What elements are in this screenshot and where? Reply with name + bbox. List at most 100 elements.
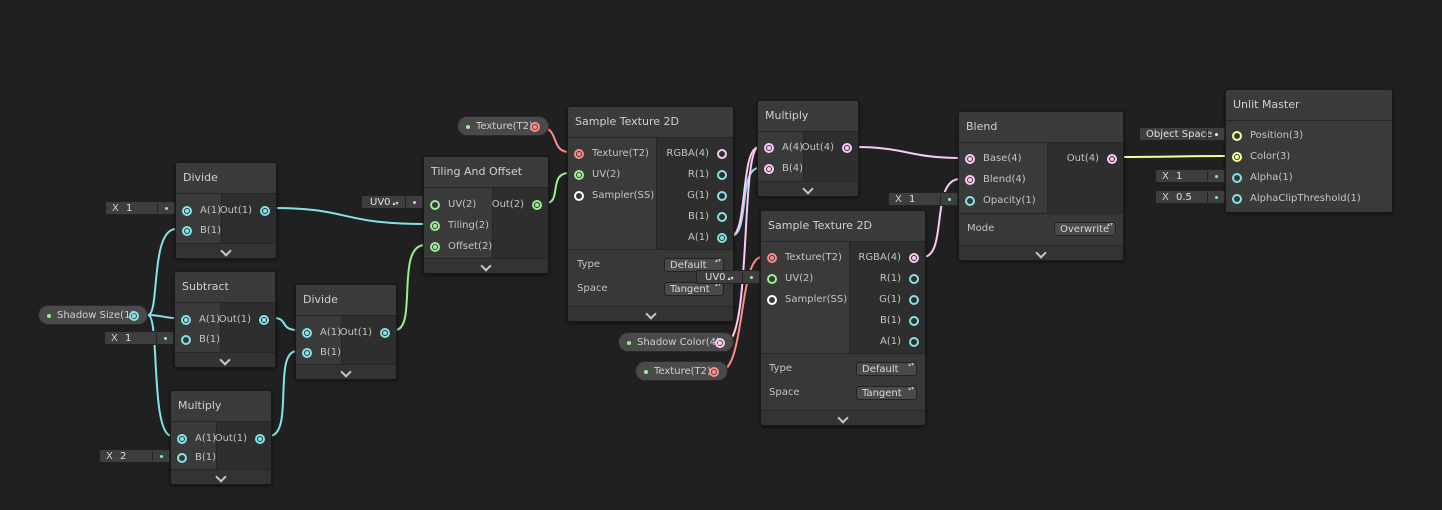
port-icon[interactable] [767,274,777,284]
output-port-rgba[interactable]: RGBA(4) [666,147,733,161]
collapse-toggle[interactable] [568,306,733,321]
default-value[interactable]: 2 [120,450,126,464]
divide-a-b-default-field[interactable]: X 1 [105,201,175,215]
port-icon[interactable] [715,338,725,348]
tiling-and-offset-node[interactable]: Tiling And Offset UV(2) Tiling(2) Offset… [423,156,549,274]
port-icon[interactable] [181,335,191,345]
input-port-alpha-clip[interactable]: AlphaClipThreshold(1) [1226,192,1390,206]
collapse-toggle[interactable] [959,245,1123,260]
port-icon[interactable] [764,164,774,174]
space-value[interactable]: Object Space [1146,128,1212,142]
output-port-a[interactable]: A(1) [688,231,733,245]
collapse-toggle[interactable] [296,364,396,379]
sample-texture-2d-node-a[interactable]: Sample Texture 2D Texture(T2) UV(2) Samp… [567,106,734,322]
tiling-uv-channel-dropdown[interactable]: UV0 [361,195,423,209]
output-port-out[interactable]: Out(4) [1067,152,1123,166]
port-icon[interactable] [1232,194,1242,204]
default-value[interactable]: 1 [126,202,132,216]
output-port-out[interactable]: Out(1) [220,204,276,218]
sample-texture-2d-node-b[interactable]: Sample Texture 2D Texture(T2) UV(2) Samp… [760,210,926,426]
output-port-out[interactable]: Out(2) [492,198,548,212]
port-icon[interactable] [181,315,191,325]
port-icon[interactable] [259,315,269,325]
port-icon[interactable] [909,274,919,284]
master-alpha-clip-default-field[interactable]: X 0.5 [1155,190,1225,204]
output-port-out[interactable]: Out(1) [215,432,271,446]
collapse-toggle[interactable] [176,243,276,258]
output-port-a[interactable]: A(1) [880,335,925,349]
collapse-toggle[interactable] [424,258,548,273]
uv-channel-value[interactable]: UV0 [705,271,733,286]
port-icon[interactable] [380,328,390,338]
port-icon[interactable] [909,295,919,305]
master-alpha-default-field[interactable]: X 1 [1155,169,1225,183]
port-icon[interactable] [1107,154,1117,164]
port-icon[interactable] [430,242,440,252]
port-icon[interactable] [574,170,584,180]
blend-opacity-default-field[interactable]: X 1 [888,192,958,206]
output-port-out[interactable]: Out(4) [802,141,858,155]
default-value[interactable]: 1 [125,332,131,346]
port-icon[interactable] [717,233,727,243]
port-icon[interactable] [909,316,919,326]
collapse-toggle[interactable] [175,352,275,367]
port-icon[interactable] [177,453,187,463]
port-icon[interactable] [574,191,584,201]
collapse-toggle[interactable] [758,181,858,196]
output-port-r[interactable]: R(1) [688,168,733,182]
default-value[interactable]: 1 [909,193,915,207]
port-icon[interactable] [909,337,919,347]
port-icon[interactable] [574,149,584,159]
port-icon[interactable] [767,253,777,263]
output-port-g[interactable]: G(1) [879,293,925,307]
port-icon[interactable] [532,200,542,210]
mode-dropdown[interactable]: Overwrite [1054,222,1116,236]
blend-node[interactable]: Blend Base(4) Blend(4) Opacity(1) Out(4)… [958,111,1124,261]
shadow-size-property-node[interactable]: Shadow Size(1) [38,305,148,325]
output-port-out[interactable]: Out(1) [340,326,396,340]
input-port-position[interactable]: Position(3) [1226,129,1390,143]
texture-property-node-top[interactable]: Texture(T2) [457,116,549,136]
shader-graph-canvas[interactable]: Divide A(1) B(1) Out(1) Subtract A(1) B(… [0,0,1442,510]
port-icon[interactable] [1232,131,1242,141]
space-dropdown[interactable]: Tangent [856,386,917,400]
multiply-node-a[interactable]: Multiply A(1) B(1) Out(1) [170,390,272,485]
port-icon[interactable] [302,328,312,338]
type-dropdown[interactable]: Default [856,362,917,376]
port-icon[interactable] [177,434,187,444]
port-icon[interactable] [709,367,719,377]
port-icon[interactable] [430,221,440,231]
port-icon[interactable] [717,149,727,159]
port-icon[interactable] [182,226,192,236]
subtract-node[interactable]: Subtract A(1) B(1) Out(1) [174,271,276,368]
output-port-out[interactable]: Out(1) [219,313,275,327]
divide-node-a[interactable]: Divide A(1) B(1) Out(1) [175,162,277,259]
port-icon[interactable] [764,143,774,153]
port-icon[interactable] [260,206,270,216]
output-port-g[interactable]: G(1) [687,189,733,203]
port-icon[interactable] [717,191,727,201]
sample-b-uv-channel-dropdown[interactable]: UV0 [696,270,760,284]
unlit-master-node[interactable]: Unlit Master Position(3) Color(3) Alpha(… [1225,89,1393,213]
port-icon[interactable] [717,212,727,222]
port-icon[interactable] [767,295,777,305]
divide-node-b[interactable]: Divide A(1) B(1) Out(1) [295,284,397,380]
port-icon[interactable] [965,154,975,164]
subtract-b-default-field[interactable]: X 1 [104,331,174,345]
multiply-a-b-default-field[interactable]: X 2 [99,449,170,463]
port-icon[interactable] [129,311,139,321]
port-icon[interactable] [842,143,852,153]
shadow-color-property-node[interactable]: Shadow Color(4) [618,332,734,352]
port-icon[interactable] [717,170,727,180]
port-icon[interactable] [255,434,265,444]
input-port-alpha[interactable]: Alpha(1) [1226,171,1390,185]
input-port-color[interactable]: Color(3) [1226,150,1390,164]
default-value[interactable]: 1 [1176,170,1182,184]
output-port-b[interactable]: B(1) [880,314,925,328]
port-icon[interactable] [965,196,975,206]
collapse-toggle[interactable] [171,469,271,484]
collapse-toggle[interactable] [761,410,925,425]
output-port-r[interactable]: R(1) [880,272,925,286]
port-icon[interactable] [965,175,975,185]
port-icon[interactable] [1232,152,1242,162]
